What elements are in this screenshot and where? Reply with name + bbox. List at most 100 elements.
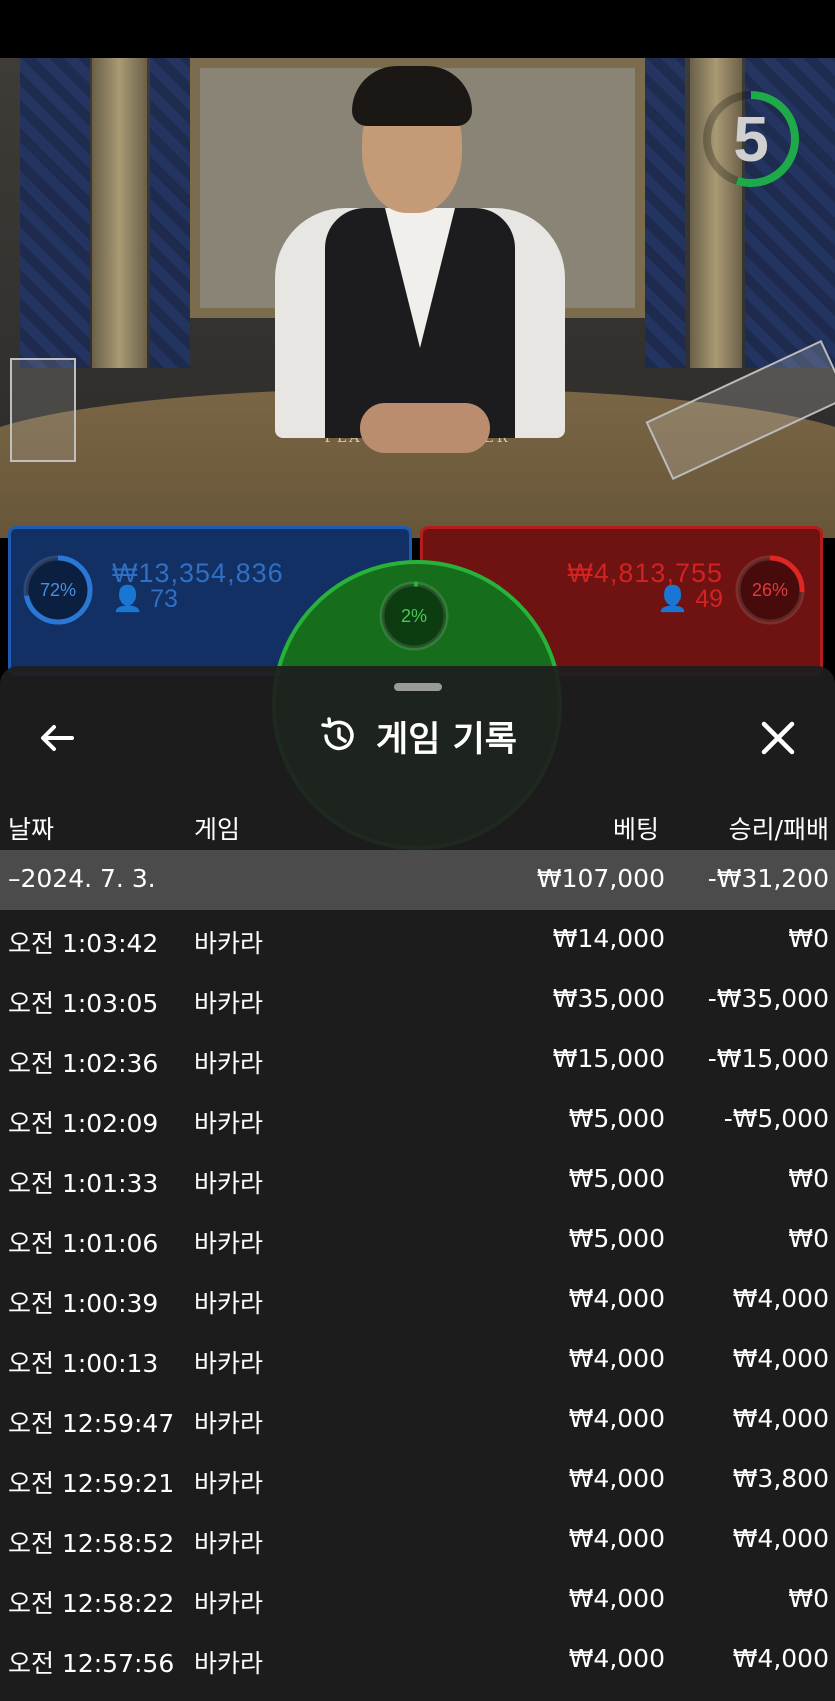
close-button[interactable] xyxy=(756,716,800,760)
tie-percent-ring: 2% xyxy=(378,580,450,652)
row-result: ₩0 xyxy=(788,1224,829,1253)
row-bet: ₩35,000 xyxy=(552,984,665,1013)
dealer-hair xyxy=(352,66,472,126)
row-result: ₩0 xyxy=(788,1584,829,1613)
tie-percent: 2% xyxy=(400,605,427,626)
column-bet: 베팅 xyxy=(612,815,659,844)
close-icon xyxy=(761,721,795,755)
row-time: 오전 1:02:36 xyxy=(8,1049,159,1078)
row-game: 바카라 xyxy=(194,1469,264,1498)
row-time: 오전 1:03:05 xyxy=(8,989,159,1018)
history-row[interactable]: 오전 1:00:13 바카라 ₩4,000 ₩4,000 xyxy=(0,1330,835,1390)
row-game: 바카라 xyxy=(194,929,264,958)
row-time: 오전 12:59:47 xyxy=(8,1409,175,1438)
row-game: 바카라 xyxy=(194,1529,264,1558)
row-bet: ₩4,000 xyxy=(568,1644,665,1673)
pillar xyxy=(92,58,147,368)
row-time: 오전 12:57:56 xyxy=(8,1649,175,1678)
row-bet: ₩4,000 xyxy=(568,1584,665,1613)
row-time: 오전 1:01:33 xyxy=(8,1169,159,1198)
row-bet: ₩14,000 xyxy=(552,924,665,953)
history-row[interactable]: 오전 1:01:33 바카라 ₩5,000 ₩0 xyxy=(0,1150,835,1210)
person-icon: 👤 xyxy=(112,585,144,613)
wall-panel xyxy=(645,58,685,368)
game-history-sheet: 게임 기록 날짜 게임 베팅 승리/패배 –2024. 7. 3. ₩107,0… xyxy=(0,666,835,1701)
row-game: 바카라 xyxy=(194,1049,264,1078)
status-bar xyxy=(0,0,835,58)
banker-percent-ring: 26% xyxy=(734,554,806,626)
row-time: 오전 12:58:22 xyxy=(8,1589,175,1618)
row-time: 오전 1:02:09 xyxy=(8,1109,159,1138)
player-count: 👤 73 xyxy=(112,585,178,613)
row-game: 바카라 xyxy=(194,1589,264,1618)
row-game: 바카라 xyxy=(194,1169,264,1198)
row-bet: ₩5,000 xyxy=(568,1104,665,1133)
row-result: ₩4,000 xyxy=(732,1644,829,1673)
history-row[interactable]: 오전 12:58:52 바카라 ₩4,000 ₩4,000 xyxy=(0,1510,835,1570)
row-result: -₩15,000 xyxy=(707,1044,829,1073)
row-game: 바카라 xyxy=(194,1649,264,1678)
row-result: ₩4,000 xyxy=(732,1284,829,1313)
row-game: 바카라 xyxy=(194,1289,264,1318)
history-row[interactable]: 오전 1:02:09 바카라 ₩5,000 -₩5,000 xyxy=(0,1090,835,1150)
person-icon: 👤 xyxy=(657,585,689,613)
countdown-timer: 5 xyxy=(700,88,802,190)
row-result: ₩3,800 xyxy=(732,1464,829,1493)
history-clock-icon xyxy=(321,717,354,751)
column-game: 게임 xyxy=(194,815,241,844)
wall-panel xyxy=(20,58,90,368)
card-shoe xyxy=(10,358,76,462)
sheet-grabber[interactable] xyxy=(394,683,442,691)
row-game: 바카라 xyxy=(194,1109,264,1138)
row-game: 바카라 xyxy=(194,1409,264,1438)
history-table-header: 날짜 게임 베팅 승리/패배 xyxy=(0,798,835,848)
row-bet: ₩5,000 xyxy=(568,1224,665,1253)
row-game: 바카라 xyxy=(194,989,264,1018)
history-row[interactable]: 오전 1:01:06 바카라 ₩5,000 ₩0 xyxy=(0,1210,835,1270)
sheet-title-group: 게임 기록 xyxy=(0,706,835,766)
timer-value: 5 xyxy=(733,103,769,175)
history-row[interactable]: 오전 12:57:56 바카라 ₩4,000 ₩4,000 xyxy=(0,1630,835,1690)
row-time: 오전 12:58:52 xyxy=(8,1529,175,1558)
row-result: ₩4,000 xyxy=(732,1344,829,1373)
row-time: 오전 1:03:42 xyxy=(8,929,159,958)
row-bet: ₩4,000 xyxy=(568,1404,665,1433)
row-bet: ₩5,000 xyxy=(568,1164,665,1193)
row-time: 오전 12:59:21 xyxy=(8,1469,175,1498)
row-time: 오전 1:00:39 xyxy=(8,1289,159,1318)
column-result: 승리/패배 xyxy=(728,815,829,844)
row-bet: ₩4,000 xyxy=(568,1524,665,1553)
row-game: 바카라 xyxy=(194,1229,264,1258)
sheet-header: 게임 기록 xyxy=(0,706,835,766)
dealer-hands xyxy=(360,403,490,453)
history-row[interactable]: 오전 12:59:47 바카라 ₩4,000 ₩4,000 xyxy=(0,1390,835,1450)
row-result: ₩4,000 xyxy=(732,1404,829,1433)
summary-date: –2024. 7. 3. xyxy=(8,864,156,893)
history-row[interactable]: 오전 12:59:21 바카라 ₩4,000 ₩3,800 xyxy=(0,1450,835,1510)
history-row[interactable]: 오전 1:00:39 바카라 ₩4,000 ₩4,000 xyxy=(0,1270,835,1330)
banker-percent: 26% xyxy=(751,579,789,600)
row-bet: ₩4,000 xyxy=(568,1284,665,1313)
row-result: -₩5,000 xyxy=(723,1104,829,1133)
column-date: 날짜 xyxy=(8,815,55,844)
row-time: 오전 1:01:06 xyxy=(8,1229,159,1258)
row-result: -₩35,000 xyxy=(707,984,829,1013)
wall-panel xyxy=(150,58,190,368)
row-result: ₩0 xyxy=(788,924,829,953)
history-row[interactable]: 오전 1:03:05 바카라 ₩35,000 -₩35,000 xyxy=(0,970,835,1030)
banker-count: 👤 49 xyxy=(657,585,723,613)
row-result: ₩4,000 xyxy=(732,1524,829,1553)
row-bet: ₩4,000 xyxy=(568,1344,665,1373)
history-row[interactable]: 오전 1:03:42 바카라 ₩14,000 ₩0 xyxy=(0,910,835,970)
row-bet: ₩4,000 xyxy=(568,1464,665,1493)
summary-result: -₩31,200 xyxy=(707,864,829,893)
row-bet: ₩15,000 xyxy=(552,1044,665,1073)
history-row[interactable]: 오전 1:02:36 바카라 ₩15,000 -₩15,000 xyxy=(0,1030,835,1090)
player-percent: 72% xyxy=(39,579,77,600)
row-result: ₩0 xyxy=(788,1164,829,1193)
history-row[interactable]: 오전 12:58:22 바카라 ₩4,000 ₩0 xyxy=(0,1570,835,1630)
row-time: 오전 1:00:13 xyxy=(8,1349,159,1378)
date-summary-row[interactable]: –2024. 7. 3. ₩107,000 -₩31,200 xyxy=(0,850,835,910)
sheet-title: 게임 기록 xyxy=(376,719,517,760)
player-percent-ring: 72% xyxy=(22,554,94,626)
